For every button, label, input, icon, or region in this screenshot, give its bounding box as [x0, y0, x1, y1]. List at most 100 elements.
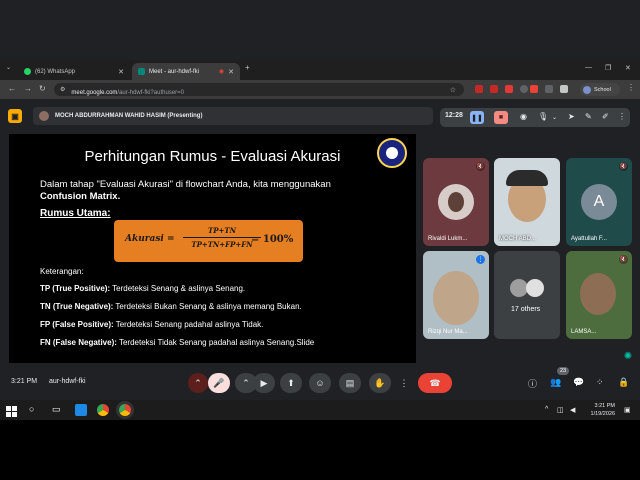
- close-icon[interactable]: ✕: [118, 68, 124, 76]
- pointer-icon[interactable]: ➤: [568, 112, 575, 121]
- pen-icon[interactable]: ✎: [585, 112, 592, 121]
- close-icon[interactable]: ✕: [228, 68, 234, 76]
- volume-icon[interactable]: ◀: [570, 406, 575, 414]
- tray-chevron-icon[interactable]: ^: [545, 406, 548, 413]
- avatar-letter: A: [581, 184, 617, 220]
- profile-label: School: [594, 86, 611, 93]
- forward-icon[interactable]: →: [24, 84, 32, 93]
- more-icon[interactable]: ⋮: [618, 112, 626, 121]
- extension-icon[interactable]: [490, 85, 498, 93]
- more-menu-icon[interactable]: ⋮: [627, 83, 635, 92]
- mic-icon[interactable]: 🎙: [538, 112, 548, 121]
- chrome-icon[interactable]: [97, 404, 109, 416]
- extension-icon[interactable]: [545, 85, 553, 93]
- participant-name: Ayattullah F...: [571, 236, 607, 242]
- new-tab-button[interactable]: +: [245, 63, 250, 72]
- minimize-icon[interactable]: —: [585, 64, 592, 71]
- bookmark-star-icon[interactable]: ☆: [450, 86, 456, 94]
- presenter-name: MOCH ABDURRAHMAN WAHID HASIM (Presenting…: [55, 113, 203, 119]
- people-icon[interactable]: 👥: [550, 377, 561, 388]
- network-icon[interactable]: ◫: [557, 406, 564, 414]
- participant-tile[interactable]: 🔇 Rivaldi Lukm...: [423, 158, 489, 246]
- participant-tile[interactable]: 🔇 LAMSA...: [566, 251, 632, 339]
- participant-name: Rivaldi Lukm...: [428, 236, 468, 242]
- raise-hand-button[interactable]: ✋: [369, 373, 391, 393]
- extension-icon[interactable]: [520, 85, 528, 93]
- eye-icon[interactable]: ◉: [520, 112, 527, 121]
- meet-control-bar: 3:21 PM aur-hdwf-fki ⌃ 🎤 ⌃ ▶ ⬆ ☺ ▤ ✋ ⋮ ☎…: [0, 368, 640, 398]
- taskbar-clock[interactable]: 3:21 PM 1/19/2026: [585, 402, 615, 418]
- tab-search-icon[interactable]: ⌄: [6, 64, 11, 71]
- present-screen-icon[interactable]: ▣: [8, 109, 22, 123]
- mic-off-button[interactable]: 🎤: [208, 373, 230, 393]
- more-options-button[interactable]: ⋮: [397, 373, 411, 393]
- mic-off-icon: 🔇: [619, 255, 628, 264]
- participant-name: Rizqi Nur Ma...: [428, 329, 468, 335]
- tab-label: Meet - aur-hdwf-fki: [149, 68, 200, 75]
- address-bar[interactable]: ⚙ meet.google.com/aur-hdwf-fki?authuser=…: [54, 83, 464, 96]
- extension-icon[interactable]: [475, 85, 483, 93]
- url-path: /aur-hdwf-fki?authuser=0: [117, 89, 184, 96]
- participant-name: LAMSA...: [571, 329, 597, 335]
- tab-whatsapp[interactable]: (62) WhatsApp ✕: [18, 63, 130, 80]
- browser-toolbar: ← → ↻ ⚙ meet.google.com/aur-hdwf-fki?aut…: [0, 80, 640, 99]
- term-label: FP (False Positive):: [40, 320, 114, 329]
- extension-icon[interactable]: [530, 85, 538, 93]
- reload-icon[interactable]: ↻: [39, 84, 46, 93]
- present-button[interactable]: ⬆: [280, 373, 302, 393]
- meet-icon: [138, 68, 145, 75]
- intro-bold: Confusion Matrix.: [40, 191, 121, 202]
- tab-meet[interactable]: Meet - aur-hdwf-fki ◉ ✕: [132, 63, 240, 80]
- close-window-icon[interactable]: ✕: [625, 64, 631, 72]
- leave-call-button[interactable]: ☎: [418, 373, 452, 393]
- lock-icon[interactable]: 🔒: [618, 377, 629, 388]
- profile-button[interactable]: School: [580, 83, 620, 96]
- term-fp: FP (False Positive): Terdeteksi Senang p…: [40, 320, 263, 329]
- participant-tile[interactable]: MOCH ABD...: [494, 158, 560, 246]
- edit-icon[interactable]: ✐: [602, 112, 609, 121]
- notification-icon[interactable]: ▣: [624, 406, 631, 414]
- term-text: Terdeteksi Senang padahal aslinya Tidak.: [113, 320, 264, 329]
- chat-icon[interactable]: 💬: [573, 377, 584, 388]
- shared-slide: Perhitungan Rumus - Evaluasi Akurasi Dal…: [9, 134, 416, 363]
- chrome-icon[interactable]: [119, 404, 131, 416]
- participant-tile[interactable]: A 🔇 Ayattullah F...: [566, 158, 632, 246]
- site-info-icon[interactable]: ⚙: [60, 86, 65, 93]
- stop-button[interactable]: ■: [494, 111, 508, 124]
- search-icon[interactable]: ○: [29, 404, 41, 416]
- emoji-button[interactable]: ☺: [309, 373, 331, 393]
- url-host: meet.google.com: [71, 89, 118, 96]
- pause-button[interactable]: ❚❚: [470, 111, 484, 124]
- term-label: TN (True Negative):: [40, 302, 114, 311]
- activities-icon[interactable]: ⁘: [596, 377, 604, 388]
- file-explorer-icon[interactable]: [75, 404, 87, 416]
- extensions-puzzle-icon[interactable]: [560, 85, 568, 93]
- mic-off-icon: 🔇: [619, 162, 628, 171]
- formula-right: = 100%: [251, 234, 294, 245]
- chevron-down-icon[interactable]: ⌄: [552, 114, 557, 121]
- maximize-icon[interactable]: ❐: [605, 64, 611, 72]
- others-count: 17 others: [511, 306, 541, 313]
- participants-badge: 23: [557, 367, 569, 375]
- gemini-sparkle-icon[interactable]: ✺: [620, 348, 636, 364]
- term-tp: TP (True Positive): Terdeteksi Senang & …: [40, 284, 245, 293]
- keterangan-heading: Keterangan:: [40, 267, 84, 276]
- task-view-icon[interactable]: ▭: [52, 404, 64, 416]
- info-icon[interactable]: ⓘ: [528, 377, 537, 390]
- camera-button[interactable]: ▶: [253, 373, 275, 393]
- windows-start-icon[interactable]: [6, 404, 18, 417]
- participant-tile[interactable]: ⋮ Rizqi Nur Ma...: [423, 251, 489, 339]
- extension-icon[interactable]: [505, 85, 513, 93]
- mic-options-button[interactable]: ⌃: [188, 373, 208, 393]
- formula-left: Akurasi =: [125, 234, 175, 244]
- slide-intro: Dalam tahap "Evaluasi Akurasi" di flowch…: [40, 179, 400, 203]
- taskbar-date: 1/19/2026: [590, 411, 615, 417]
- participant-name: MOCH ABD...: [499, 236, 537, 242]
- slide-title: Perhitungan Rumus - Evaluasi Akurasi: [84, 148, 341, 165]
- captions-button[interactable]: ▤: [339, 373, 361, 393]
- presenter-controls: 12:28 ❚❚ ■ ◉ 🎙 ⌄ ➤ ✎ ✐ ⋮: [440, 108, 630, 127]
- participant-tile-others[interactable]: 17 others: [494, 251, 560, 339]
- back-icon[interactable]: ←: [8, 84, 16, 93]
- windows-taskbar: ○ ▭ ^ ◫ ◀ 3:21 PM 1/19/2026 ▣: [0, 400, 640, 420]
- term-text: Terdeteksi Bukan Senang & aslinya memang…: [113, 302, 302, 311]
